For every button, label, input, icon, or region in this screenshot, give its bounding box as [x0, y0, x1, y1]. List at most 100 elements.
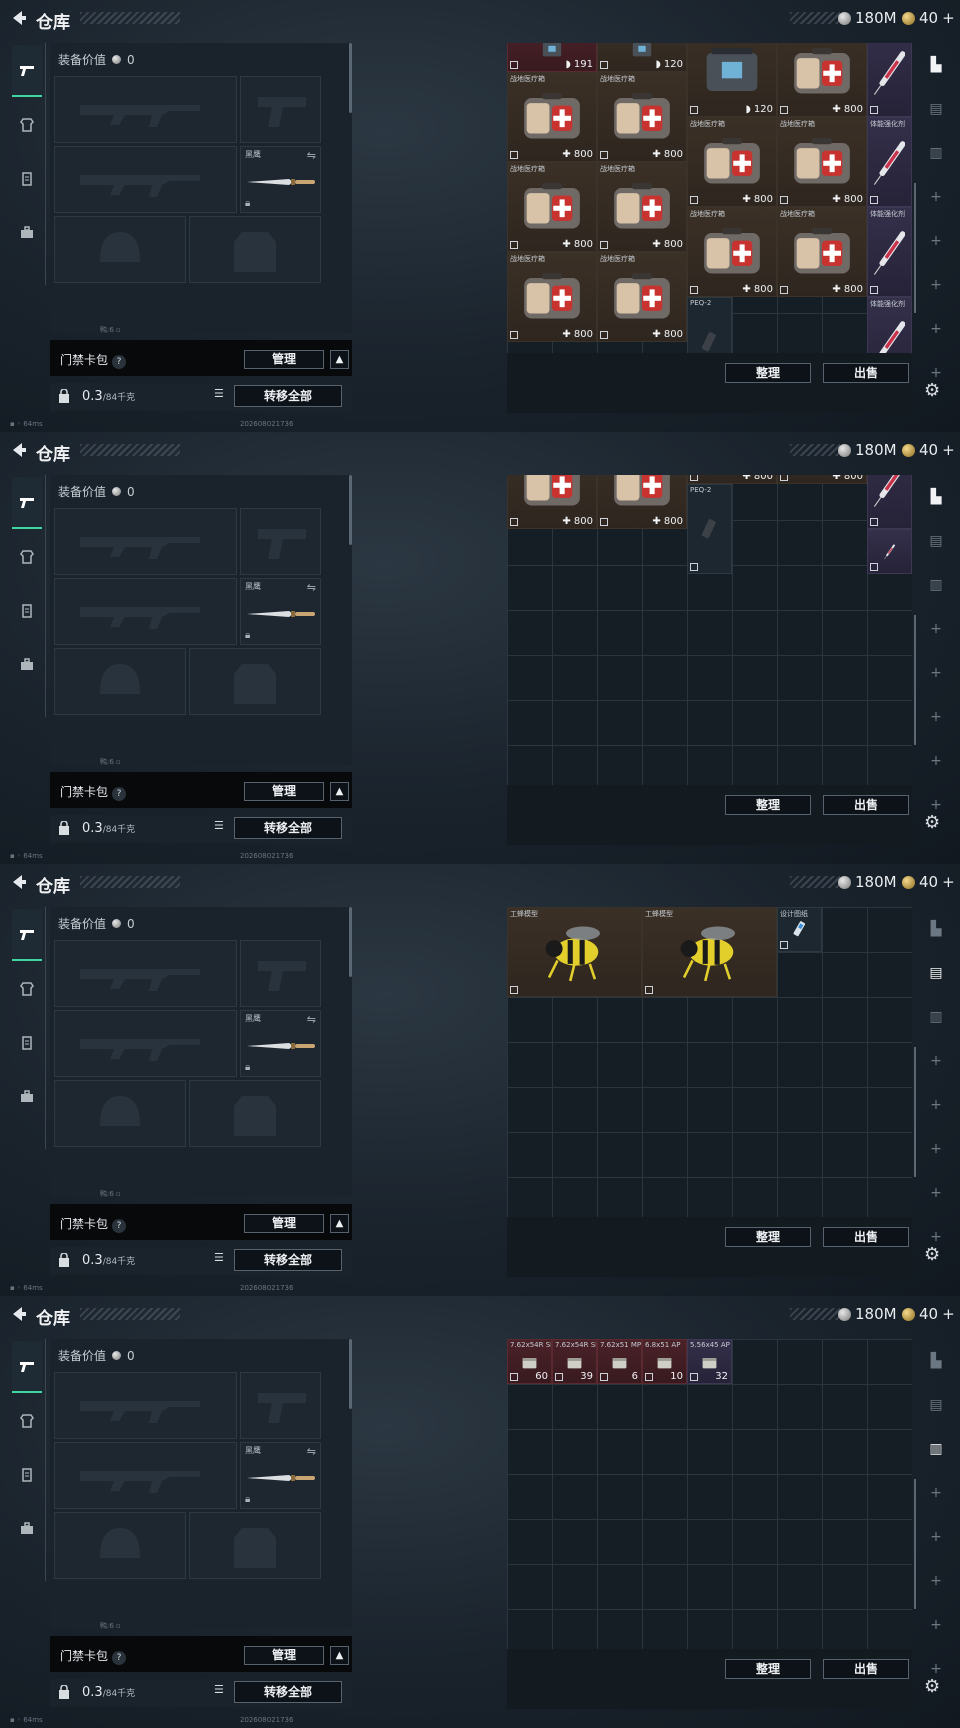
stash-item[interactable]	[867, 529, 912, 574]
stash-item[interactable]: 战地医疗箱✚ 800	[597, 475, 687, 529]
secondary-weapon-slot[interactable]	[54, 146, 237, 213]
add-tab-icon[interactable]: +	[924, 185, 948, 209]
transfer-all-button[interactable]: 转移全部	[234, 817, 342, 839]
tab-weapons[interactable]	[12, 477, 42, 529]
sort-button[interactable]: 整理	[725, 1227, 811, 1247]
tab-rig[interactable]	[12, 1017, 42, 1069]
sidearm-slot[interactable]	[240, 508, 321, 575]
back-arrow-icon[interactable]	[8, 7, 30, 29]
sort-button[interactable]: 整理	[725, 363, 811, 383]
stash-tab-2-icon[interactable]: ▤	[924, 97, 948, 121]
vest-slot[interactable]	[189, 648, 321, 715]
collapse-button[interactable]: ▲	[330, 350, 349, 369]
stash-tab-main-icon[interactable]: ▙	[924, 485, 948, 509]
swap-icon[interactable]: ⇋	[307, 581, 316, 594]
list-icon[interactable]: ☰	[214, 1251, 230, 1269]
stash-item[interactable]: 战地医疗箱✚ 800	[597, 72, 687, 162]
tab-armor[interactable]	[12, 99, 42, 151]
collapse-button[interactable]: ▲	[330, 1214, 349, 1233]
melee-slot[interactable]: 黑鹰 ⇋ 🔒︎	[240, 1442, 321, 1509]
stash-item[interactable]: 5.56x45 AP 32	[687, 1339, 732, 1384]
add-gold-button[interactable]: +	[942, 873, 955, 891]
add-tab-icon[interactable]: +	[924, 1181, 948, 1205]
stash-item[interactable]: PEQ-2	[687, 297, 732, 353]
add-tab-icon[interactable]: +	[924, 1569, 948, 1593]
manage-button[interactable]: 管理	[244, 1214, 324, 1233]
stash-tab-3-icon[interactable]: ▥	[924, 1005, 948, 1029]
back-arrow-icon[interactable]	[8, 1303, 30, 1325]
gear-icon[interactable]: ⚙	[924, 380, 940, 401]
stash-tab-main-icon[interactable]: ▙	[924, 53, 948, 77]
sidearm-slot[interactable]	[240, 76, 321, 143]
stash-item[interactable]: ✚ 800	[777, 475, 867, 484]
primary-weapon-slot[interactable]	[54, 1372, 237, 1439]
gold-currency[interactable]: 40 +	[902, 1305, 955, 1323]
back-arrow-icon[interactable]	[8, 439, 30, 461]
stash-tab-3-icon[interactable]: ▥	[924, 573, 948, 597]
swap-icon[interactable]: ⇋	[307, 1013, 316, 1026]
sell-button[interactable]: 出售	[823, 363, 909, 383]
tab-armor[interactable]	[12, 963, 42, 1015]
add-tab-icon[interactable]: +	[924, 617, 948, 641]
stash-tab-main-icon[interactable]: ▙	[924, 1349, 948, 1373]
add-tab-icon[interactable]: +	[924, 229, 948, 253]
add-tab-icon[interactable]: +	[924, 317, 948, 341]
transfer-all-button[interactable]: 转移全部	[234, 1249, 342, 1271]
stash-item[interactable]: 战地医疗箱✚ 800	[777, 117, 867, 207]
primary-weapon-slot[interactable]	[54, 940, 237, 1007]
sidearm-slot[interactable]	[240, 940, 321, 1007]
helmet-slot[interactable]	[54, 1080, 186, 1147]
melee-slot[interactable]: 黑鹰 ⇋ 🔒︎	[240, 578, 321, 645]
stash-item[interactable]: 体能强化剂	[867, 297, 912, 353]
stash-item[interactable]: 设计图纸	[777, 907, 822, 952]
manage-button[interactable]: 管理	[244, 782, 324, 801]
stash-item[interactable]: 精锐护甲◗ 120	[687, 43, 777, 117]
add-tab-icon[interactable]: +	[924, 1525, 948, 1549]
add-tab-icon[interactable]: +	[924, 1481, 948, 1505]
stash-item[interactable]: 体能强化剂	[867, 117, 912, 207]
add-gold-button[interactable]: +	[942, 441, 955, 459]
list-icon[interactable]: ☰	[214, 1683, 230, 1701]
stash-item[interactable]: 工蜂模型	[507, 907, 642, 997]
add-tab-icon[interactable]: +	[924, 1093, 948, 1117]
list-icon[interactable]: ☰	[214, 819, 230, 837]
stash-tab-3-icon[interactable]: ▥	[924, 141, 948, 165]
stash-tab-2-icon[interactable]: ▤	[924, 529, 948, 553]
stash-tab-2-icon[interactable]: ▤	[924, 961, 948, 985]
loadout-scrollbar[interactable]	[349, 1339, 352, 1409]
stash-scrollbar[interactable]	[914, 1047, 916, 1177]
tab-backpack[interactable]	[12, 207, 42, 259]
stash-item[interactable]: ◗ 120	[597, 43, 687, 72]
tab-rig[interactable]	[12, 585, 42, 637]
gear-icon[interactable]: ⚙	[924, 1676, 940, 1697]
tab-backpack[interactable]	[12, 639, 42, 691]
tab-weapons[interactable]	[12, 45, 42, 97]
add-tab-icon[interactable]: +	[924, 1049, 948, 1073]
collapse-button[interactable]: ▲	[330, 1646, 349, 1665]
stash-item[interactable]: 战地医疗箱✚ 800	[687, 117, 777, 207]
helmet-slot[interactable]	[54, 648, 186, 715]
help-icon[interactable]: ?	[112, 355, 127, 369]
sort-button[interactable]: 整理	[725, 795, 811, 815]
vest-slot[interactable]	[189, 216, 321, 283]
stash-item[interactable]: 工蜂模型	[642, 907, 777, 997]
stash-item[interactable]: ◗ 191	[507, 43, 597, 72]
stash-item[interactable]: 体能强化剂	[867, 475, 912, 529]
tab-armor[interactable]	[12, 1395, 42, 1447]
stash-scrollbar[interactable]	[914, 1479, 916, 1609]
secondary-weapon-slot[interactable]	[54, 1010, 237, 1077]
stash-tab-main-icon[interactable]: ▙	[924, 917, 948, 941]
tab-armor[interactable]	[12, 531, 42, 583]
help-icon[interactable]: ?	[112, 1219, 127, 1233]
transfer-all-button[interactable]: 转移全部	[234, 1681, 342, 1703]
add-gold-button[interactable]: +	[942, 1305, 955, 1323]
gold-currency[interactable]: 40 +	[902, 9, 955, 27]
stash-item[interactable]: 战地医疗箱✚ 800	[777, 207, 867, 297]
stash-tab-3-icon[interactable]: ▥	[924, 1437, 948, 1461]
loadout-scrollbar[interactable]	[349, 43, 352, 113]
helmet-slot[interactable]	[54, 1512, 186, 1579]
melee-slot[interactable]: 黑鹰 ⇋ 🔒︎	[240, 1010, 321, 1077]
add-gold-button[interactable]: +	[942, 9, 955, 27]
stash-item[interactable]: PEQ-2	[687, 484, 732, 574]
manage-button[interactable]: 管理	[244, 1646, 324, 1665]
